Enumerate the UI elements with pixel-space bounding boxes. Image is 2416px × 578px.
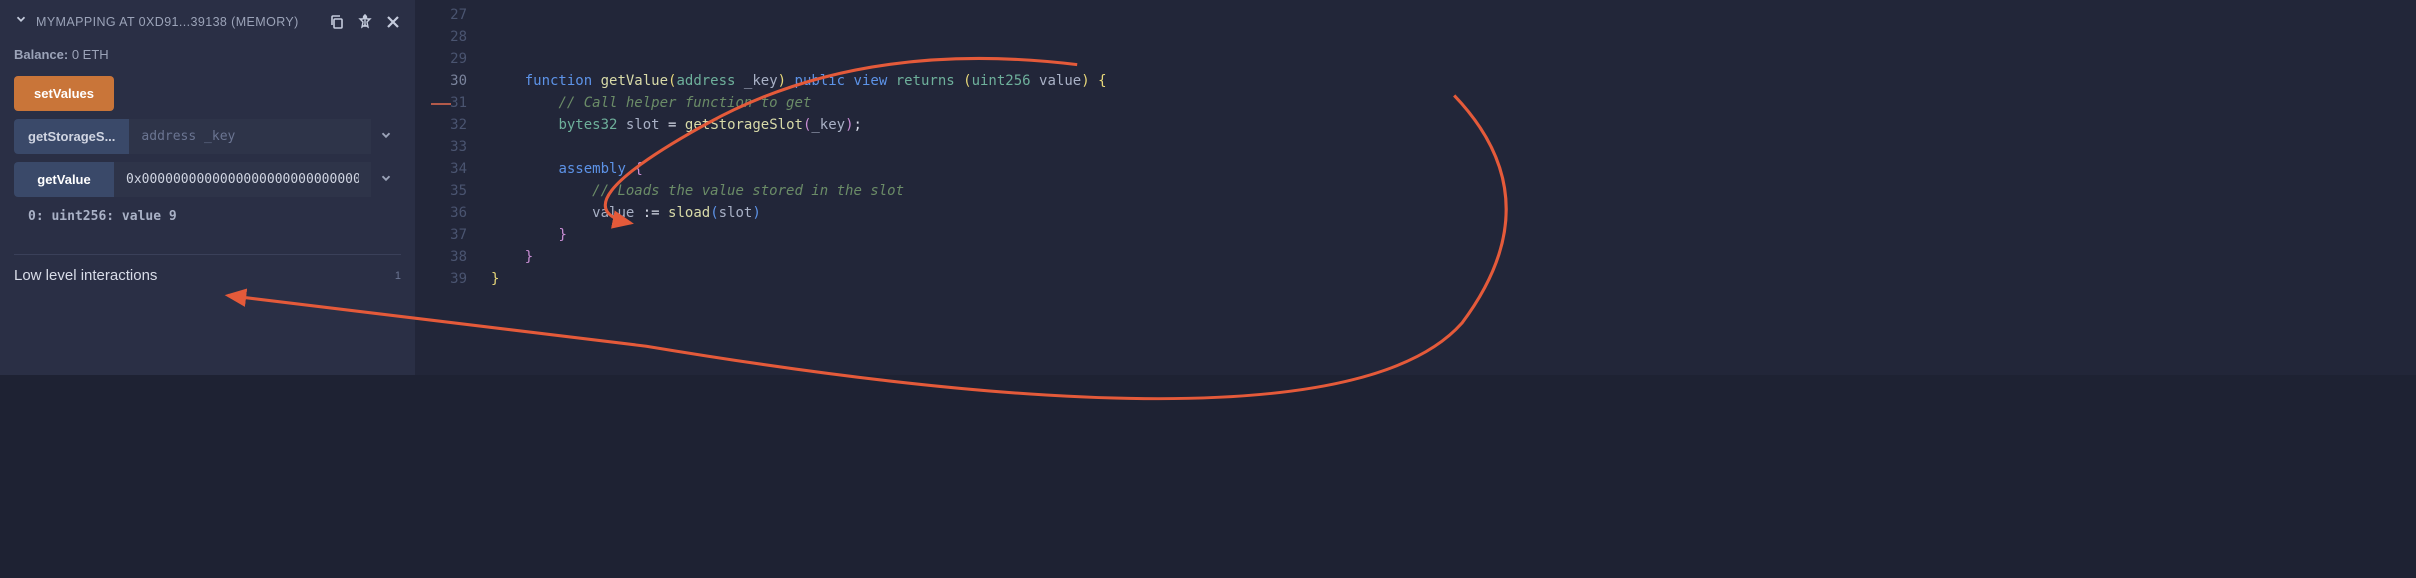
setvalues-button[interactable]: setValues — [14, 76, 114, 111]
code-area[interactable]: function getValue(address _key) public v… — [485, 0, 2416, 375]
divider — [14, 254, 401, 255]
getstorageslot-input[interactable] — [129, 119, 371, 154]
line-number: 35 — [415, 180, 467, 202]
line-number: 27 — [415, 4, 467, 26]
getstorageslot-row: getStorageS... — [14, 119, 401, 154]
line-number: 32 — [415, 114, 467, 136]
getvalue-row: getValue — [14, 162, 401, 197]
expand-getvalue[interactable] — [371, 165, 401, 194]
line-number: 28 — [415, 26, 467, 48]
line-number: 30 — [415, 70, 467, 92]
line-gutter: 27 28 29 30 31 32 33 34 35 36 37 38 39 — [415, 0, 485, 375]
copy-icon[interactable] — [329, 14, 345, 30]
close-icon[interactable] — [385, 14, 401, 30]
balance-value: 0 ETH — [72, 47, 109, 62]
code-line — [491, 4, 2416, 26]
line-number: 34 — [415, 158, 467, 180]
code-line: assembly { — [491, 158, 2416, 180]
low-level-badge: 1 — [395, 270, 401, 282]
code-line: // Loads the value stored in the slot — [491, 180, 2416, 202]
contract-panel: MYMAPPING AT 0XD91...39138 (MEMORY) Bala… — [0, 0, 415, 375]
expand-getstorageslot[interactable] — [371, 122, 401, 151]
code-line: // Call helper function to get — [491, 92, 2416, 114]
line-number: 29 — [415, 48, 467, 70]
low-level-label: Low level interactions — [14, 267, 157, 284]
code-line: } — [491, 246, 2416, 268]
code-line: } — [491, 268, 2416, 290]
pin-icon[interactable] — [357, 14, 373, 30]
code-line: value := sload(slot) — [491, 202, 2416, 224]
balance-row: Balance: 0 ETH — [14, 47, 401, 62]
panel-title: MYMAPPING AT 0XD91...39138 (MEMORY) — [36, 15, 321, 29]
balance-label: Balance: — [14, 47, 68, 62]
setvalues-row: setValues — [14, 76, 401, 111]
line-number: 38 — [415, 246, 467, 268]
code-line — [491, 26, 2416, 48]
code-line: function getValue(address _key) public v… — [491, 70, 2416, 92]
collapse-toggle[interactable] — [14, 12, 28, 31]
header-actions — [329, 14, 401, 30]
getvalue-input[interactable] — [114, 162, 371, 197]
code-line — [491, 48, 2416, 70]
output-value: 0: uint256: value 9 — [14, 205, 401, 228]
line-number: 36 — [415, 202, 467, 224]
getstorageslot-button[interactable]: getStorageS... — [14, 119, 129, 154]
code-editor[interactable]: 27 28 29 30 31 32 33 34 35 36 37 38 39 f… — [415, 0, 2416, 375]
panel-header: MYMAPPING AT 0XD91...39138 (MEMORY) — [14, 12, 401, 31]
code-line: bytes32 slot = getStorageSlot(_key); — [491, 114, 2416, 136]
code-line: } — [491, 224, 2416, 246]
low-level-header[interactable]: Low level interactions 1 — [14, 267, 401, 284]
line-number: 33 — [415, 136, 467, 158]
line-number: 37 — [415, 224, 467, 246]
line-number: 39 — [415, 268, 467, 290]
getvalue-button[interactable]: getValue — [14, 162, 114, 197]
line-number: 31 — [415, 92, 467, 114]
code-line — [491, 136, 2416, 158]
